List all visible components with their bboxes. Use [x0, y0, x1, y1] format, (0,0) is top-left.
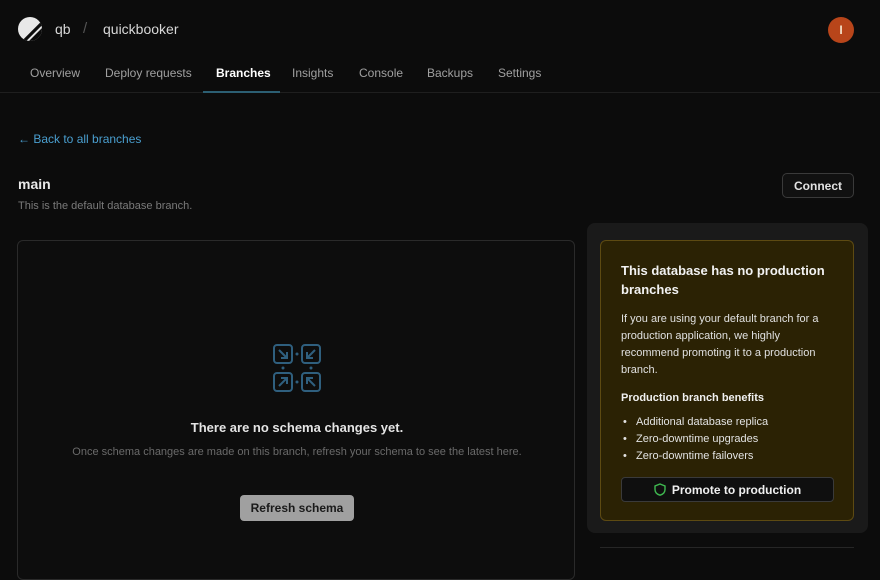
- avatar[interactable]: I: [828, 17, 854, 43]
- promote-label: Promote to production: [671, 482, 802, 497]
- tab-branches[interactable]: Branches: [216, 66, 271, 80]
- list-item: Additional database replica: [621, 414, 768, 431]
- tab-settings[interactable]: Settings: [498, 66, 541, 80]
- refresh-schema-button[interactable]: Refresh schema: [240, 495, 354, 521]
- shield-icon: [654, 483, 666, 496]
- connect-button[interactable]: Connect: [782, 173, 854, 198]
- divider: [600, 547, 854, 548]
- empty-state-title: There are no schema changes yet.: [190, 420, 404, 435]
- notice-body: If you are using your default branch for…: [621, 313, 819, 376]
- tab-console[interactable]: Console: [359, 66, 403, 80]
- back-to-branches-link[interactable]: ← Back to all branches: [18, 132, 141, 146]
- branch-description: This is the default database branch.: [18, 200, 193, 212]
- database-name[interactable]: quickbooker: [103, 21, 179, 37]
- avatar-initial: I: [839, 23, 843, 37]
- org-name[interactable]: qb: [55, 21, 71, 37]
- no-production-branch-notice: This database has no production branches…: [600, 240, 854, 521]
- benefits-list: Additional database replica Zero-downtim…: [621, 414, 768, 465]
- tab-deploy-requests[interactable]: Deploy requests: [105, 66, 192, 80]
- schema-diagram-icon: [273, 344, 321, 392]
- benefits-title: Production branch benefits: [621, 392, 765, 404]
- list-item: Zero-downtime upgrades: [621, 431, 768, 448]
- empty-state-description: Once schema changes are made on this bra…: [72, 446, 522, 458]
- active-tab-indicator: [203, 91, 280, 93]
- tab-insights[interactable]: Insights: [292, 66, 333, 80]
- list-item: Zero-downtime failovers: [621, 448, 768, 465]
- tab-backups[interactable]: Backups: [427, 66, 473, 80]
- planetscale-logo-icon[interactable]: [18, 17, 42, 41]
- top-bar: qb / quickbooker I: [0, 0, 880, 58]
- schema-panel: There are no schema changes yet. Once sc…: [17, 240, 575, 580]
- breadcrumb-separator: /: [83, 20, 88, 37]
- notice-title: This database has no production branches: [621, 263, 825, 297]
- tab-overview[interactable]: Overview: [30, 66, 80, 80]
- branch-name: main: [18, 176, 51, 192]
- promote-to-production-button[interactable]: Promote to production: [621, 477, 834, 502]
- tab-bar: Overview Deploy requests Branches Insigh…: [0, 58, 880, 93]
